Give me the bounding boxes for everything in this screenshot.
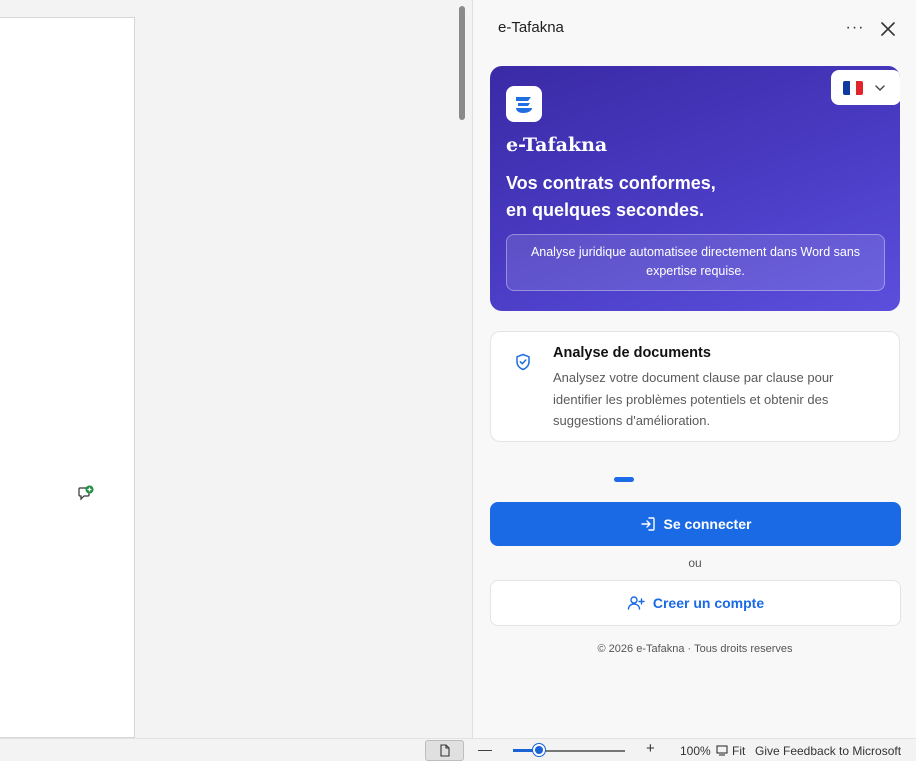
document-page[interactable] <box>0 17 135 738</box>
headline-line: en quelques secondes. <box>506 200 705 220</box>
fit-to-window-icon[interactable] <box>716 745 728 756</box>
login-button-label: Se connecter <box>663 516 752 532</box>
status-bar: — + 100% Fit Give Feedback to Microsoft <box>0 738 916 761</box>
chevron-down-icon <box>875 84 885 91</box>
or-separator: ou <box>473 556 916 570</box>
create-account-label: Creer un compte <box>652 595 765 611</box>
more-options-button[interactable]: ··· <box>843 16 867 40</box>
zoom-slider-thumb[interactable] <box>532 744 545 756</box>
task-pane: e-Tafakna ··· e-Tafakna Vos contrats con… <box>472 0 916 738</box>
print-layout-view-button[interactable] <box>425 740 464 761</box>
sign-in-icon <box>640 517 655 531</box>
hero-description: Analyse juridique automatisee directemen… <box>506 234 885 291</box>
document-area[interactable] <box>0 0 472 738</box>
login-button[interactable]: Se connecter <box>490 502 901 546</box>
shield-check-icon <box>516 353 530 371</box>
app-logo <box>506 86 542 122</box>
zoom-in-button[interactable]: + <box>646 740 655 757</box>
or-text: ou <box>688 556 702 570</box>
headline-line: Vos contrats conformes, <box>506 173 716 193</box>
feature-title: Analyse de documents <box>553 345 711 361</box>
close-icon[interactable] <box>877 18 899 40</box>
create-account-button[interactable]: Creer un compte <box>490 580 901 626</box>
language-selector[interactable] <box>831 70 900 105</box>
page-icon <box>439 744 450 757</box>
user-plus-icon <box>627 596 645 610</box>
french-flag-icon <box>843 80 863 95</box>
copyright-footer: © 2026 e-Tafakna · Tous droits reserves <box>597 643 793 655</box>
e-tafakna-logo-icon <box>516 97 532 113</box>
carousel-indicator[interactable] <box>614 477 634 482</box>
hero-card: e-Tafakna Vos contrats conformes, en que… <box>490 66 900 311</box>
brand-name: e-Tafakna <box>506 134 608 156</box>
zoom-out-button[interactable]: — <box>478 741 492 757</box>
feature-description: Analysez votre document clause par claus… <box>553 370 834 428</box>
zoom-level[interactable]: 100% <box>680 744 711 758</box>
document-scrollbar[interactable] <box>459 6 465 120</box>
task-pane-header: e-Tafakna ··· <box>473 0 916 58</box>
fit-button[interactable]: Fit <box>732 744 745 758</box>
add-comment-icon[interactable] <box>78 485 94 501</box>
task-pane-title: e-Tafakna <box>498 19 564 36</box>
feature-card: Analyse de documents Analysez votre docu… <box>490 331 900 442</box>
give-feedback-link[interactable]: Give Feedback to Microsoft <box>755 744 901 758</box>
hero-headline: Vos contrats conformes, en quelques seco… <box>506 170 716 224</box>
